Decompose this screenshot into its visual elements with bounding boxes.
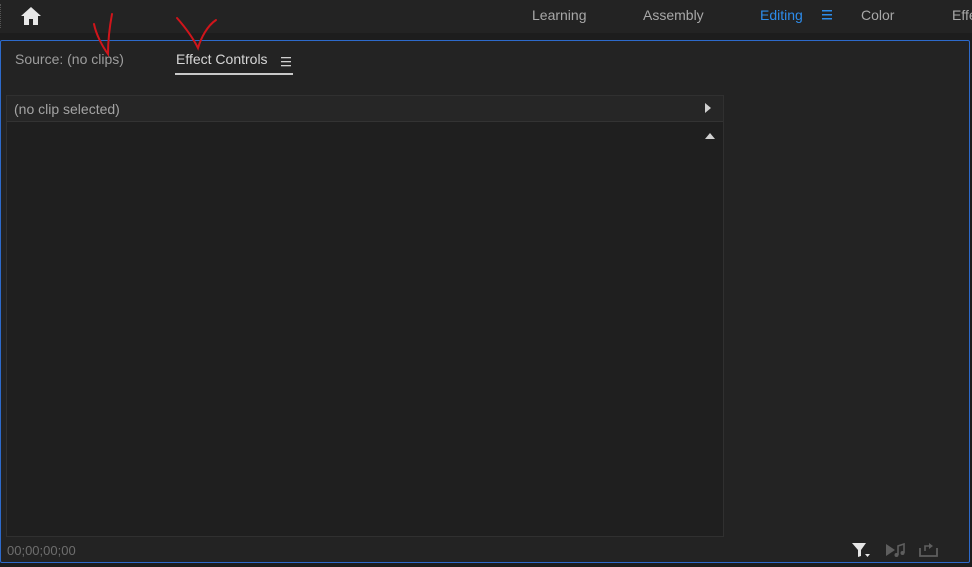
export-button[interactable] <box>918 541 940 559</box>
workspace-tab-learning[interactable]: Learning <box>532 0 587 30</box>
play-audio-button[interactable] <box>884 541 908 559</box>
home-icon <box>21 7 41 25</box>
play-audio-icon <box>886 542 905 557</box>
workspace-tab-effects[interactable]: Effe <box>952 0 972 30</box>
triangle-up-icon[interactable] <box>704 132 716 140</box>
panel-menu-icon[interactable] <box>281 56 292 68</box>
workspace-bar: Learning Assembly Editing Color Effe <box>0 0 972 33</box>
tab-source[interactable]: Source: (no clips) <box>15 51 124 67</box>
clip-status-label: (no clip selected) <box>14 101 120 117</box>
filter-button[interactable] <box>850 541 872 559</box>
tab-effect-controls[interactable]: Effect Controls <box>176 51 268 67</box>
workspace-tab-editing[interactable]: Editing <box>760 0 803 30</box>
drag-grip[interactable] <box>0 4 4 28</box>
workspace-tab-assembly[interactable]: Assembly <box>643 0 704 30</box>
hamburger-menu-icon[interactable] <box>821 8 833 22</box>
export-icon <box>919 543 938 557</box>
active-tab-indicator <box>175 73 293 75</box>
home-button[interactable] <box>12 1 50 31</box>
filter-icon <box>852 543 870 557</box>
triangle-right-icon[interactable] <box>703 102 713 114</box>
source-effect-controls-panel: Source: (no clips) Effect Controls (no c… <box>0 40 970 563</box>
timecode-display[interactable]: 00;00;00;00 <box>7 543 76 558</box>
workspace-tab-color[interactable]: Color <box>861 0 894 30</box>
clip-header: (no clip selected) <box>7 96 723 122</box>
effect-controls-area: (no clip selected) <box>6 95 724 537</box>
